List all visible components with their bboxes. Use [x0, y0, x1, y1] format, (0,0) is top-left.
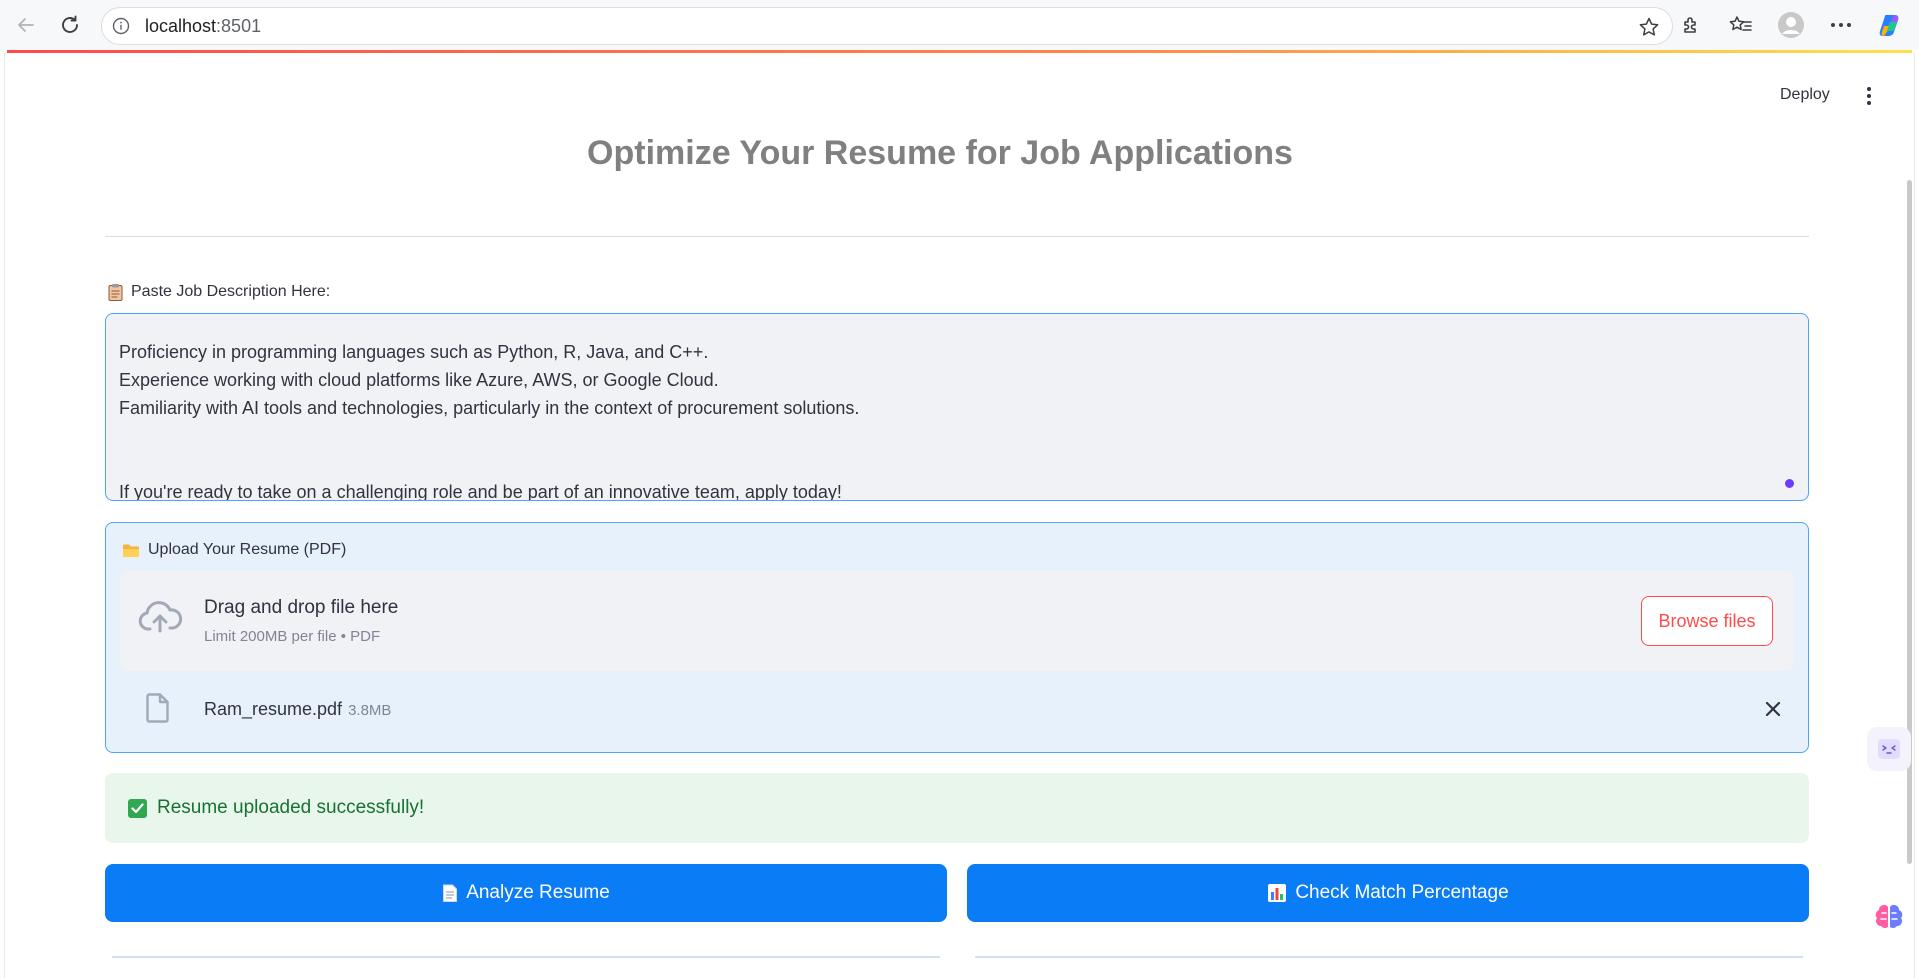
browser-toolbar: localhost:8501: [0, 0, 1919, 50]
page-title: Optimize Your Resume for Job Application…: [587, 134, 1293, 172]
jd-line: If you're ready to take on a challenging…: [119, 482, 842, 501]
job-description-label: Paste Job Description Here:: [108, 283, 330, 301]
resume-uploader: Upload Your Resume (PDF) Drag and drop f…: [105, 522, 1809, 753]
favorite-star-icon[interactable]: [1638, 16, 1660, 43]
page-icon: [442, 884, 458, 903]
next-section-border: [975, 956, 1803, 958]
extensions-puzzle-icon[interactable]: [1671, 5, 1711, 45]
file-name: Ram_resume.pdf 3.8MB: [204, 699, 391, 720]
file-icon: [146, 693, 170, 728]
profile-avatar-icon[interactable]: [1771, 5, 1811, 45]
jd-line: Experience working with cloud platforms …: [119, 370, 719, 390]
check-mark-icon: [128, 798, 147, 818]
bar-chart-icon: [1267, 883, 1287, 903]
uploaded-file-row: Ram_resume.pdf 3.8MB: [120, 673, 1794, 745]
file-size: 3.8MB: [348, 702, 392, 719]
clipboard-icon: [108, 283, 123, 301]
url-host: localhost: [145, 15, 217, 36]
upload-label-text: Upload Your Resume (PDF): [148, 541, 347, 558]
reload-icon: [62, 15, 78, 33]
more-options-icon[interactable]: [1821, 5, 1861, 45]
ai-assistant-brain-icon[interactable]: [1867, 895, 1911, 939]
analyze-resume-label: Analyze Resume: [466, 882, 610, 903]
file-dropzone[interactable]: Drag and drop file here Limit 200MB per …: [120, 571, 1794, 671]
job-description-label-text: Paste Job Description Here:: [131, 283, 331, 300]
dropzone-title: Drag and drop file here: [204, 597, 399, 618]
browser-actions: [1671, 0, 1919, 50]
job-description-textarea[interactable]: Proficiency in programming languages suc…: [105, 313, 1809, 501]
grammar-indicator-dot[interactable]: [1785, 479, 1794, 488]
upload-success-alert: Resume uploaded successfully!: [105, 773, 1809, 843]
reload-button[interactable]: [48, 3, 92, 47]
next-section-border: [112, 956, 940, 958]
analyze-resume-button[interactable]: Analyze Resume: [105, 864, 947, 922]
remove-file-close-icon[interactable]: [1762, 698, 1784, 720]
main-menu-icon[interactable]: [1859, 84, 1879, 108]
dropzone-limit-text: Limit 200MB per file • PDF: [204, 628, 381, 645]
address-bar[interactable]: localhost:8501: [101, 7, 1673, 45]
favorites-list-icon[interactable]: [1721, 5, 1761, 45]
jd-line: [119, 422, 1795, 450]
check-match-percentage-button[interactable]: Check Match Percentage: [967, 864, 1809, 922]
copilot-icon[interactable]: [1871, 5, 1911, 45]
browse-files-button[interactable]: Browse files: [1641, 596, 1773, 646]
site-info-icon[interactable]: [111, 16, 131, 36]
url-text[interactable]: localhost:8501: [145, 16, 261, 37]
success-message: Resume uploaded successfully!: [157, 797, 425, 818]
back-button[interactable]: [4, 3, 48, 47]
deploy-button[interactable]: Deploy: [1780, 86, 1830, 104]
url-port: :8501: [216, 15, 262, 36]
check-match-percentage-label: Check Match Percentage: [1295, 882, 1509, 903]
arrow-left-icon: [18, 18, 34, 32]
cloud-upload-icon: [138, 601, 183, 638]
jd-line: Proficiency in programming languages suc…: [119, 342, 709, 362]
side-panel-tool-icon[interactable]: [1867, 727, 1911, 771]
jd-line: Familiarity with AI tools and technologi…: [119, 398, 860, 418]
folder-icon: [122, 543, 140, 558]
jd-line: [119, 450, 1795, 478]
upload-label: Upload Your Resume (PDF): [122, 541, 346, 559]
file-name-text: Ram_resume.pdf: [204, 699, 343, 719]
title-divider: [105, 236, 1809, 237]
